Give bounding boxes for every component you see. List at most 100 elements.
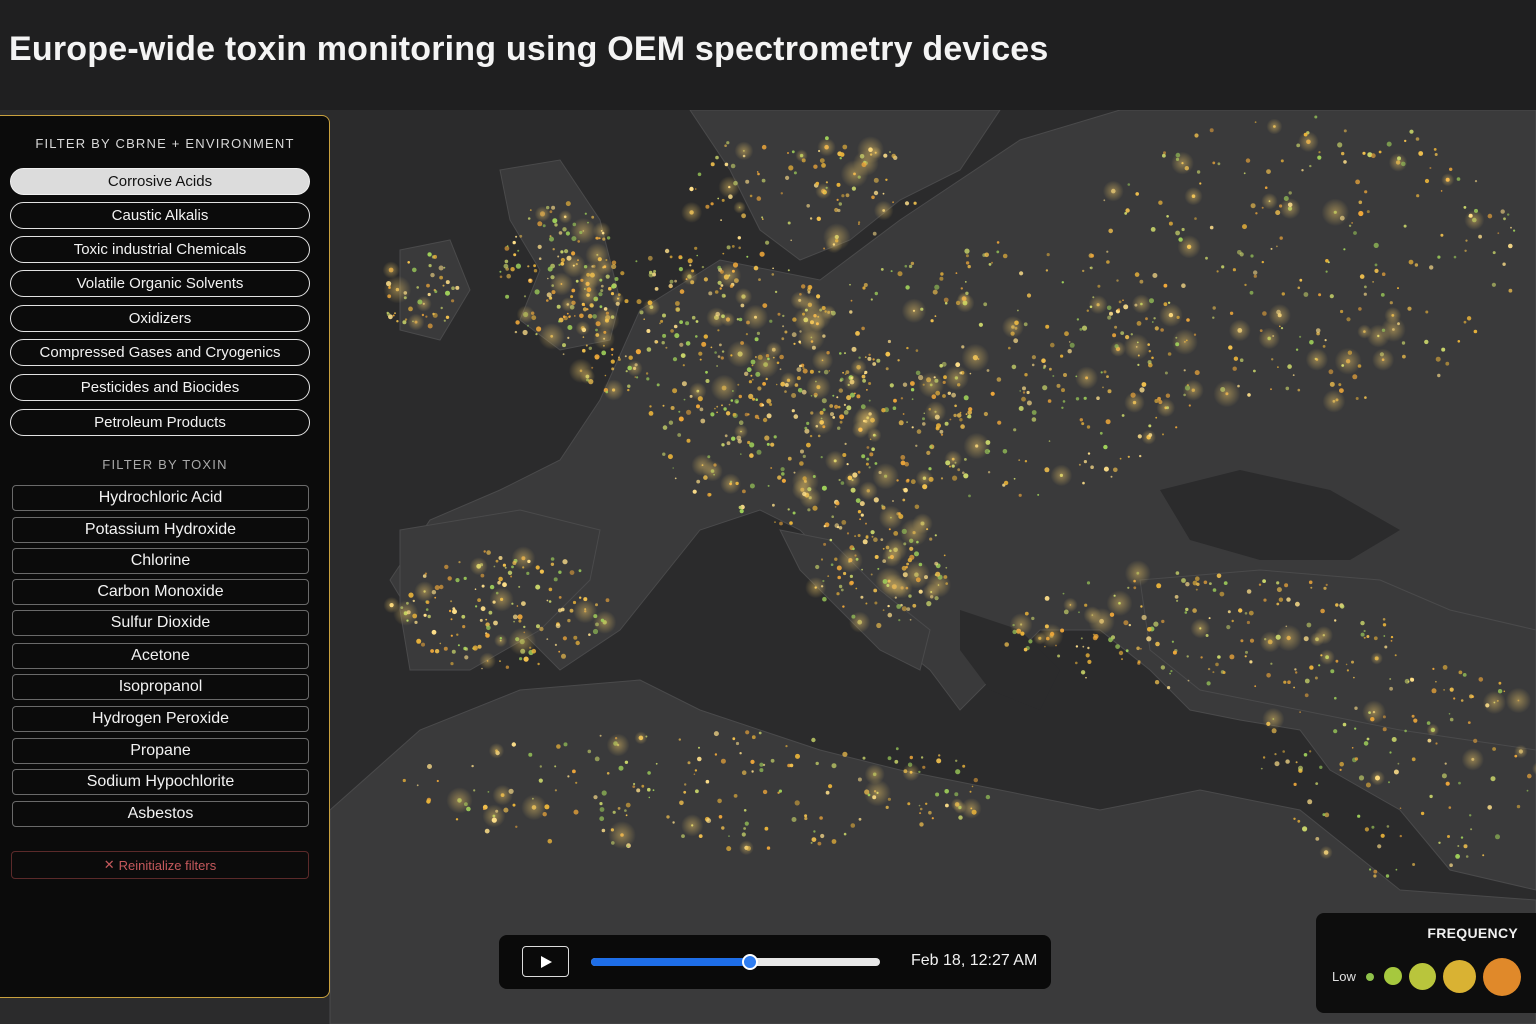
toxin-potassium-hydroxide[interactable]: Potassium Hydroxide bbox=[12, 517, 309, 543]
city-light bbox=[1503, 217, 1506, 221]
city-glow bbox=[407, 313, 425, 331]
city-light bbox=[922, 383, 925, 386]
city-light bbox=[591, 366, 594, 369]
toxin-hydrochloric-acid[interactable]: Hydrochloric Acid bbox=[12, 485, 309, 511]
toxin-sodium-hypochlorite[interactable]: Sodium Hypochlorite bbox=[12, 769, 309, 795]
city-light bbox=[1152, 273, 1158, 278]
city-light bbox=[1507, 213, 1510, 216]
city-light bbox=[1193, 333, 1197, 336]
timeline-slider[interactable] bbox=[591, 954, 880, 970]
city-light bbox=[838, 388, 843, 393]
city-light bbox=[1249, 638, 1255, 643]
city-light bbox=[1103, 466, 1109, 472]
city-light bbox=[1110, 475, 1113, 478]
city-light bbox=[1373, 636, 1378, 641]
filter-corrosive-acids[interactable]: Corrosive Acids bbox=[10, 168, 310, 195]
city-light bbox=[1079, 418, 1084, 422]
toxin-acetone[interactable]: Acetone bbox=[12, 643, 309, 669]
city-light bbox=[480, 573, 485, 578]
city-light bbox=[439, 275, 443, 280]
city-light bbox=[1363, 629, 1366, 633]
city-light bbox=[1478, 234, 1482, 239]
city-light bbox=[1393, 769, 1399, 775]
city-light bbox=[791, 393, 797, 398]
city-light bbox=[1497, 232, 1500, 235]
city-light bbox=[567, 618, 571, 623]
city-light bbox=[840, 588, 844, 592]
city-light bbox=[737, 383, 740, 386]
city-light bbox=[523, 625, 526, 629]
city-light bbox=[1115, 644, 1120, 649]
city-light bbox=[873, 537, 878, 542]
city-light bbox=[894, 596, 897, 599]
toxin-asbestos[interactable]: Asbestos bbox=[12, 801, 309, 827]
city-light bbox=[928, 407, 932, 411]
city-light bbox=[922, 417, 925, 421]
city-light bbox=[740, 453, 742, 455]
filter-compressed-gases[interactable]: Compressed Gases and Cryogenics bbox=[10, 339, 310, 366]
reinitialize-filters-button[interactable]: ✕ Reinitialize filters bbox=[11, 851, 309, 879]
city-light bbox=[1026, 390, 1030, 395]
city-light bbox=[717, 798, 722, 804]
city-light bbox=[641, 784, 645, 788]
play-button[interactable] bbox=[522, 946, 569, 977]
city-light bbox=[627, 845, 629, 848]
city-light bbox=[1276, 581, 1280, 585]
toxin-chlorine[interactable]: Chlorine bbox=[12, 548, 309, 574]
city-light bbox=[531, 648, 537, 654]
filter-volatile-organic-solvents[interactable]: Volatile Organic Solvents bbox=[10, 270, 310, 297]
city-light bbox=[816, 216, 821, 221]
city-light bbox=[836, 182, 841, 187]
filter-toxic-industrial-chemicals[interactable]: Toxic industrial Chemicals bbox=[10, 236, 310, 263]
city-light bbox=[865, 602, 868, 605]
city-light bbox=[1279, 236, 1283, 240]
city-light bbox=[457, 644, 460, 647]
toxin-propane[interactable]: Propane bbox=[12, 738, 309, 764]
toxin-isopropanol[interactable]: Isopropanol bbox=[12, 674, 309, 700]
city-light bbox=[564, 249, 569, 254]
city-light bbox=[1433, 148, 1437, 151]
city-light bbox=[919, 807, 923, 811]
city-light bbox=[761, 216, 764, 219]
city-light bbox=[905, 285, 910, 290]
city-light bbox=[597, 257, 602, 262]
filter-pesticides-biocides[interactable]: Pesticides and Biocides bbox=[10, 374, 310, 401]
timeline-thumb[interactable] bbox=[741, 954, 758, 970]
city-light bbox=[730, 354, 733, 357]
city-light bbox=[595, 333, 600, 337]
city-light bbox=[960, 424, 965, 429]
filter-oxidizers[interactable]: Oxidizers bbox=[10, 305, 310, 332]
city-light bbox=[831, 515, 834, 518]
city-light bbox=[1031, 616, 1035, 621]
city-light bbox=[1253, 270, 1258, 275]
city-light bbox=[1209, 225, 1214, 230]
city-light bbox=[1462, 673, 1467, 677]
toxin-sulfur-dioxide[interactable]: Sulfur Dioxide bbox=[12, 610, 309, 636]
city-glow bbox=[1258, 327, 1280, 350]
city-light bbox=[1154, 680, 1160, 685]
toxin-carbon-monoxide[interactable]: Carbon Monoxide bbox=[12, 579, 309, 605]
city-light bbox=[971, 809, 977, 815]
city-light bbox=[1358, 307, 1362, 311]
city-light bbox=[1429, 265, 1434, 270]
city-light bbox=[1163, 151, 1166, 155]
city-light bbox=[761, 403, 765, 407]
city-light bbox=[534, 289, 540, 295]
city-light bbox=[533, 264, 536, 268]
city-light bbox=[599, 734, 602, 737]
city-light bbox=[1136, 341, 1139, 344]
filter-petroleum-products[interactable]: Petroleum Products bbox=[10, 409, 310, 436]
city-light bbox=[924, 575, 928, 580]
toxin-hydrogen-peroxide[interactable]: Hydrogen Peroxide bbox=[12, 706, 309, 732]
city-light bbox=[855, 331, 860, 336]
city-light bbox=[773, 435, 777, 439]
city-light bbox=[497, 580, 501, 585]
city-light bbox=[1276, 602, 1280, 606]
city-light bbox=[1274, 761, 1280, 767]
city-light bbox=[872, 358, 875, 361]
city-light bbox=[802, 368, 808, 374]
city-light bbox=[755, 371, 761, 377]
city-light bbox=[1492, 747, 1496, 751]
filter-caustic-alkalis[interactable]: Caustic Alkalis bbox=[10, 202, 310, 229]
city-light bbox=[503, 807, 509, 813]
